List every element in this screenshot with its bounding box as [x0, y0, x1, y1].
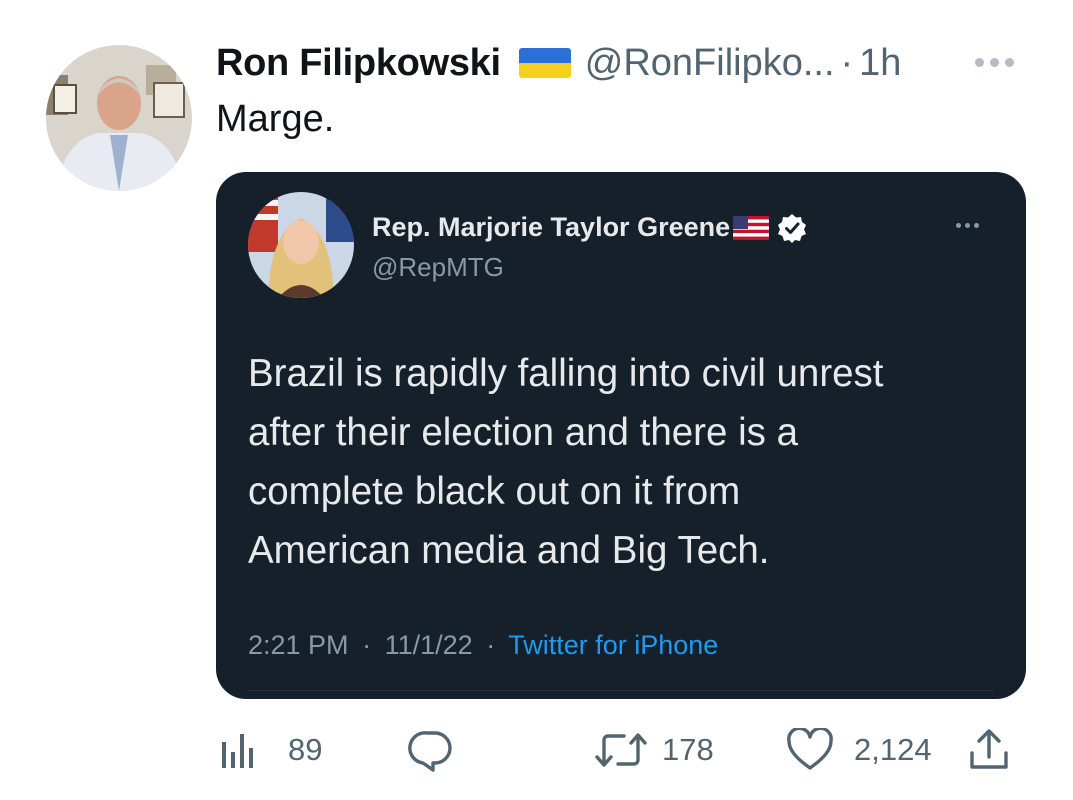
time-separator: · — [840, 41, 854, 84]
like-button[interactable]: 2,124 — [786, 720, 932, 780]
share-button[interactable] — [966, 720, 1012, 780]
divider — [248, 690, 994, 691]
us-flag-icon — [733, 215, 770, 240]
meta-separator: · — [362, 630, 372, 660]
quoted-tweet-meta: 2:21 PM · 11/1/22 · Twitter for iPhone — [248, 630, 718, 661]
analytics-icon — [220, 730, 260, 770]
tweet-header: Ron Filipkowski @RonFilipko... · 1h — [216, 38, 901, 88]
quoted-text-line: Brazil is rapidly falling into civil unr… — [248, 352, 884, 395]
retweet-button[interactable]: 178 — [594, 720, 714, 780]
retweet-count: 178 — [662, 732, 714, 767]
quoted-tweet-card[interactable]: Rep. Marjorie Taylor Greene @RepMTG Braz… — [216, 172, 1026, 699]
views-count: 89 — [288, 732, 323, 767]
ukraine-flag-icon — [518, 48, 571, 78]
author-name[interactable]: Ron Filipkowski — [216, 42, 501, 85]
tweet-text: Marge. — [216, 98, 335, 140]
author-avatar[interactable] — [46, 45, 192, 191]
quoted-author-handle[interactable]: @RepMTG — [372, 252, 504, 283]
like-count: 2,124 — [854, 732, 932, 767]
verified-badge-icon — [777, 213, 807, 243]
quoted-time[interactable]: 2:21 PM — [248, 630, 349, 660]
views-action[interactable]: 89 — [220, 720, 322, 780]
action-bar: 89 178 2,124 — [0, 720, 1073, 780]
like-icon — [786, 728, 834, 772]
share-icon — [966, 727, 1012, 773]
quoted-text-line: American media and Big Tech. — [248, 529, 770, 572]
quoted-tweet-text: Brazil is rapidly falling into civil unr… — [248, 344, 1008, 580]
tweet-time[interactable]: 1h — [859, 42, 901, 85]
quoted-source-link[interactable]: Twitter for iPhone — [508, 630, 718, 660]
quoted-more-icon[interactable] — [956, 223, 990, 233]
quoted-date[interactable]: 11/1/22 — [385, 630, 473, 660]
reply-icon — [408, 727, 454, 773]
reply-button[interactable] — [408, 720, 454, 780]
meta-separator: · — [486, 630, 496, 660]
quoted-author-row: Rep. Marjorie Taylor Greene — [372, 212, 807, 243]
retweet-icon — [594, 730, 648, 770]
quoted-text-line: complete black out on it from — [248, 470, 741, 513]
quoted-author-name[interactable]: Rep. Marjorie Taylor Greene — [372, 212, 730, 243]
more-icon[interactable] — [975, 54, 1025, 70]
quoted-author-avatar[interactable] — [248, 192, 354, 298]
author-handle[interactable]: @RonFilipko... — [585, 42, 835, 85]
quoted-text-line: after their election and there is a — [248, 411, 799, 454]
